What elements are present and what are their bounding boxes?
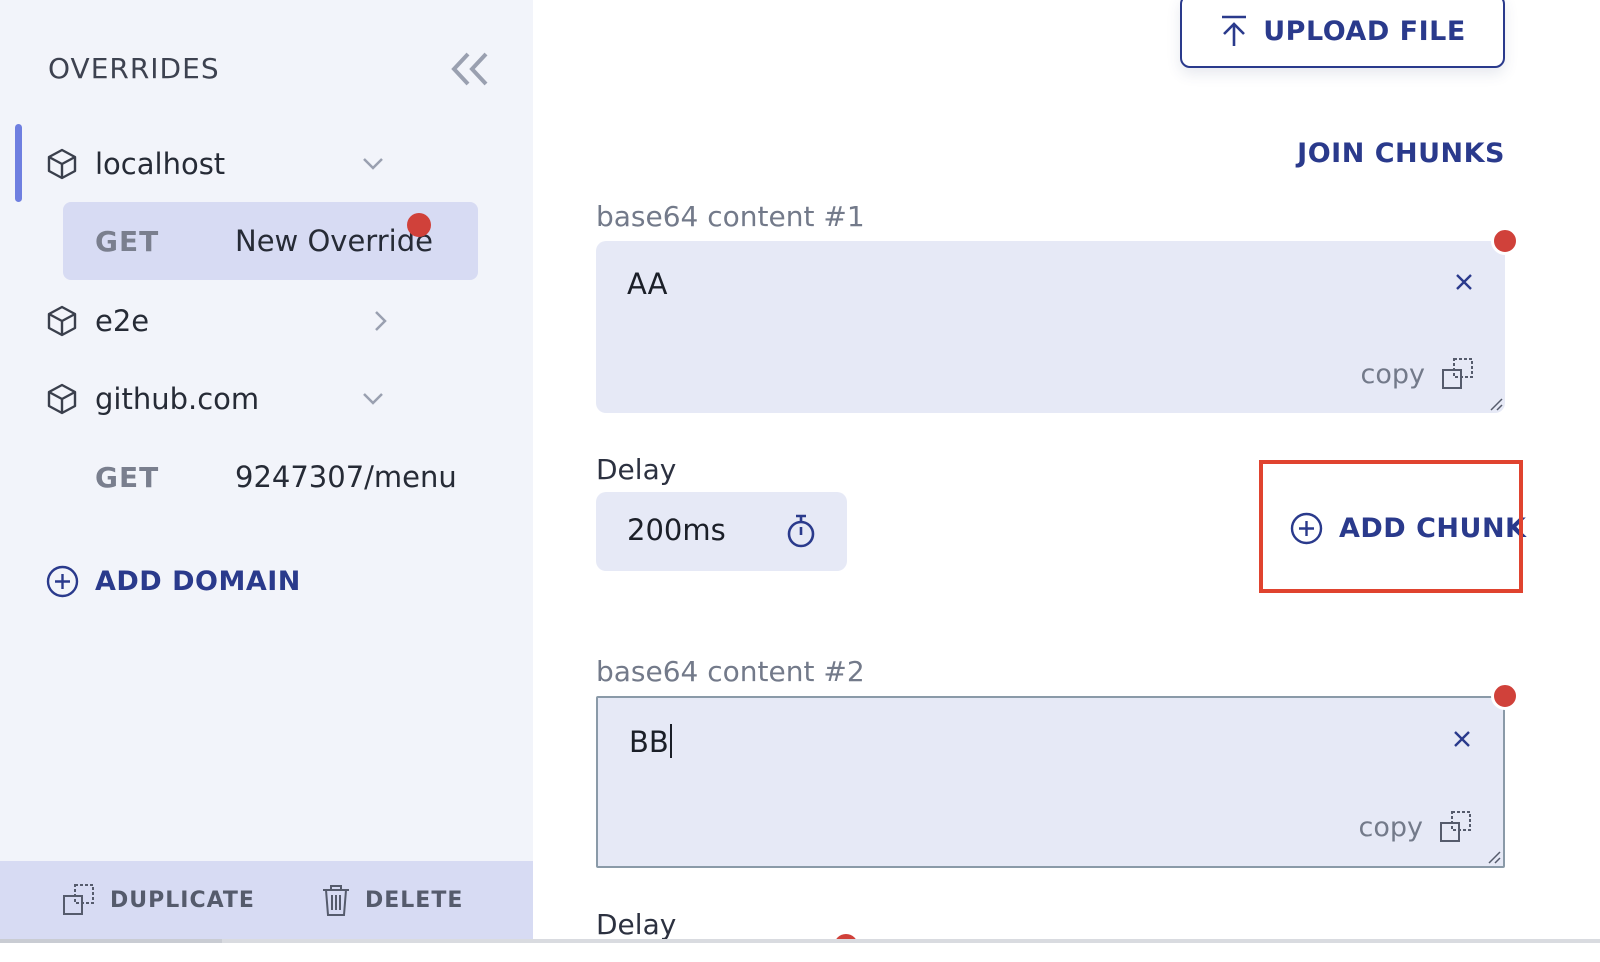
sidebar-title: OVERRIDES — [48, 52, 220, 85]
domain-name: github.com — [95, 382, 260, 416]
chunk-content-field[interactable]: BB copy — [596, 696, 1505, 868]
delay-input[interactable]: 200ms — [596, 492, 847, 571]
copy-button[interactable]: copy — [1359, 810, 1473, 844]
copy-icon — [1442, 358, 1473, 389]
route-path: New Override — [235, 224, 433, 258]
error-indicator-dot — [1491, 682, 1519, 710]
chunk-label: base64 content #2 — [596, 655, 865, 688]
trash-icon — [323, 885, 349, 916]
chevron-down-icon[interactable] — [360, 386, 386, 412]
duplicate-label: DUPLICATE — [110, 887, 255, 913]
cube-icon — [47, 305, 77, 337]
collapse-sidebar-button[interactable] — [450, 50, 492, 88]
delay-value: 200ms — [627, 513, 726, 547]
domain-name: e2e — [95, 304, 150, 338]
add-domain-button[interactable]: ADD DOMAIN — [46, 565, 301, 598]
copy-label: copy — [1360, 358, 1425, 390]
route-path: 9247307/menu — [235, 460, 457, 494]
timer-icon — [787, 514, 815, 548]
upload-file-label: UPLOAD FILE — [1263, 15, 1466, 47]
chunk-content-field[interactable]: AA copy — [596, 241, 1505, 413]
join-chunks-button[interactable]: JOIN CHUNKS — [1297, 138, 1505, 169]
route-item-menu[interactable]: GET 9247307/menu — [63, 438, 478, 516]
duplicate-icon — [63, 884, 94, 915]
route-method: GET — [95, 460, 160, 494]
domain-item-github[interactable]: github.com — [45, 374, 445, 424]
domain-item-localhost[interactable]: localhost — [45, 139, 445, 189]
close-icon[interactable] — [1447, 724, 1477, 754]
close-icon[interactable] — [1449, 267, 1479, 297]
delete-button[interactable]: DELETE — [321, 883, 463, 917]
delay-label: Delay — [596, 453, 677, 486]
plus-circle-icon — [46, 565, 79, 598]
scrollbar-thumb[interactable] — [222, 939, 1600, 943]
add-domain-label: ADD DOMAIN — [95, 566, 301, 597]
delete-label: DELETE — [365, 887, 464, 913]
copy-icon — [1440, 811, 1471, 842]
copy-button[interactable]: copy — [1361, 357, 1475, 391]
cube-icon — [47, 148, 77, 180]
chevron-down-icon[interactable] — [360, 151, 386, 177]
sidebar: OVERRIDES localhost GET New Override e2e — [0, 0, 533, 962]
horizontal-scrollbar[interactable] — [0, 939, 1600, 962]
add-chunk-button[interactable]: ADD CHUNK — [1290, 512, 1526, 545]
resize-handle-icon[interactable] — [1485, 848, 1501, 864]
add-chunk-label: ADD CHUNK — [1339, 513, 1527, 544]
domain-name: localhost — [95, 147, 226, 181]
chevron-right-icon[interactable] — [367, 308, 393, 334]
route-method: GET — [95, 224, 160, 258]
delay-label: Delay — [596, 908, 677, 941]
plus-circle-icon — [1290, 512, 1323, 545]
chunk-value: AA — [627, 267, 668, 301]
cube-icon — [47, 383, 77, 415]
active-indicator — [15, 124, 22, 202]
domain-item-e2e[interactable]: e2e — [45, 296, 445, 346]
chunk-label: base64 content #1 — [596, 200, 865, 233]
error-indicator-dot — [1491, 227, 1519, 255]
resize-handle-icon[interactable] — [1487, 395, 1503, 411]
chevrons-left-icon — [451, 52, 488, 86]
upload-icon — [1222, 15, 1247, 46]
unsaved-indicator-dot — [407, 213, 431, 237]
sidebar-footer: DUPLICATE DELETE — [0, 861, 533, 939]
duplicate-button[interactable]: DUPLICATE — [62, 883, 255, 917]
text-caret — [669, 724, 672, 758]
copy-label: copy — [1358, 811, 1423, 843]
chunk-value: BB — [629, 724, 672, 759]
upload-file-button[interactable]: UPLOAD FILE — [1180, 0, 1505, 68]
